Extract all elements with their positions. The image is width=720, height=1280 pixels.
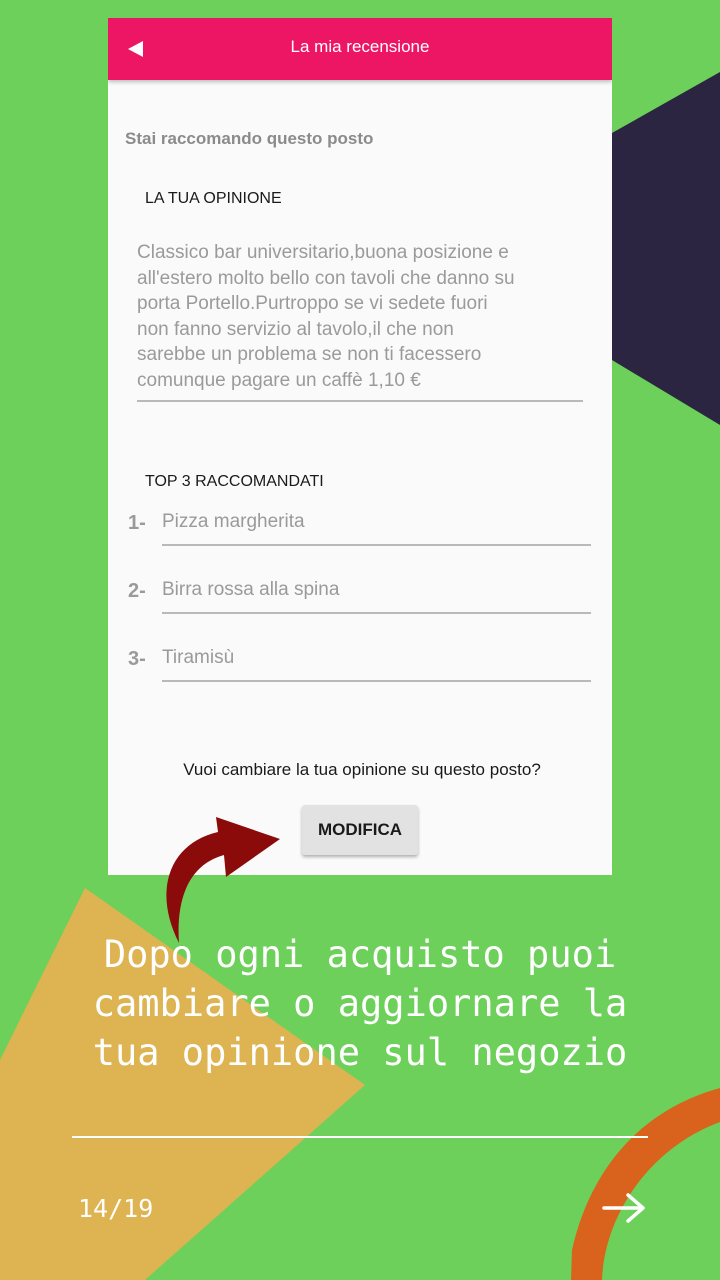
orange-arc <box>571 1088 720 1280</box>
divider <box>72 1136 648 1138</box>
top3-field-2[interactable]: Birra rossa alla spina <box>162 572 591 614</box>
app-bar-title: La mia recensione <box>290 37 430 56</box>
top3-field-3[interactable]: Tiramisù <box>162 640 591 682</box>
caption-text: Dopo ogni acquisto puoi cambiare o aggio… <box>92 933 628 1074</box>
rank-number: 1- <box>128 512 146 534</box>
navy-shape <box>612 72 720 425</box>
top3-value: Tiramisù <box>162 647 235 668</box>
page-indicator: 14/19 <box>78 1194 154 1223</box>
back-triangle-icon[interactable] <box>126 39 146 59</box>
curved-arrow-icon <box>166 817 280 943</box>
rank-number: 3- <box>128 648 146 670</box>
opinion-label: LA TUA OPINIONE <box>145 190 282 207</box>
slide-caption: Dopo ogni acquisto puoi cambiare o aggio… <box>60 930 660 1077</box>
opinion-field[interactable]: Classico bar universitario,buona posizio… <box>137 240 583 402</box>
app-bar: La mia recensione <box>108 18 612 80</box>
modify-button[interactable]: MODIFICA <box>302 805 418 855</box>
app-screenshot: La mia recensione Stai raccomando questo… <box>108 18 612 875</box>
top3-value: Pizza margherita <box>162 511 305 532</box>
recommend-status-text: Stai raccomando questo posto <box>125 129 374 148</box>
top3-value: Birra rossa alla spina <box>162 579 340 600</box>
opinion-text: Classico bar universitario,buona posizio… <box>137 242 515 391</box>
arrow-right-icon[interactable] <box>600 1190 648 1226</box>
top3-field-1[interactable]: Pizza margherita <box>162 504 591 546</box>
top3-label: TOP 3 RACCOMANDATI <box>145 473 324 490</box>
change-opinion-question: Vuoi cambiare la tua opinione su questo … <box>183 760 541 779</box>
rank-number: 2- <box>128 580 146 602</box>
